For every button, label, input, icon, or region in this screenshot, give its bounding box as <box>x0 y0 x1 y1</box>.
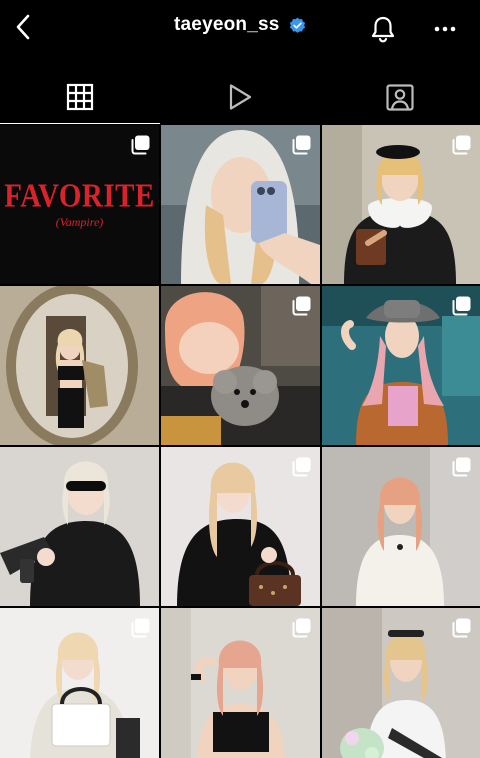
post-tile[interactable] <box>0 286 159 445</box>
multiple-photos-icon <box>292 618 311 638</box>
tab-posts-grid[interactable] <box>0 70 160 124</box>
notifications-button[interactable] <box>366 12 400 46</box>
post-tile[interactable] <box>161 608 320 758</box>
tagged-person-icon <box>386 84 414 111</box>
play-icon <box>229 84 252 110</box>
username-wrap: taeyeon_ss <box>0 14 480 42</box>
multiple-photos-icon <box>131 618 150 638</box>
multiple-photos-icon <box>292 135 311 155</box>
post-tile[interactable] <box>322 608 480 758</box>
more-horizontal-icon <box>434 26 456 32</box>
multiple-photos-icon <box>292 296 311 316</box>
post-tile[interactable] <box>322 447 480 606</box>
more-options-button[interactable] <box>428 12 462 46</box>
post-tile[interactable] <box>161 286 320 445</box>
multiple-photos-icon <box>452 618 471 638</box>
profile-tabs <box>0 70 480 124</box>
post-tile[interactable] <box>161 447 320 606</box>
tab-reels[interactable] <box>160 70 320 124</box>
multiple-photos-icon <box>292 457 311 477</box>
post-tile[interactable]: FAVORITE (Vampire) <box>0 125 159 284</box>
post-thumbnail <box>0 286 159 445</box>
bell-icon <box>371 16 395 43</box>
profile-header: taeyeon_ss <box>0 0 480 56</box>
multiple-photos-icon <box>452 135 471 155</box>
multiple-photos-icon <box>452 296 471 316</box>
post-thumbnail <box>0 447 159 606</box>
multiple-photos-icon <box>452 457 471 477</box>
post-tile[interactable] <box>161 125 320 284</box>
multiple-photos-icon <box>131 135 150 155</box>
verified-badge-icon <box>289 17 306 33</box>
post-tile[interactable] <box>322 286 480 445</box>
tab-tagged[interactable] <box>320 70 480 124</box>
post-tile[interactable] <box>0 608 159 758</box>
post-caption-title: FAVORITE <box>4 177 155 214</box>
post-caption-subtitle: (Vampire) <box>55 214 104 229</box>
grid-icon <box>66 83 94 111</box>
posts-grid: FAVORITE (Vampire) <box>0 125 480 758</box>
profile-username: taeyeon_ss <box>174 14 280 35</box>
post-tile[interactable] <box>0 447 159 606</box>
post-tile[interactable] <box>322 125 480 284</box>
